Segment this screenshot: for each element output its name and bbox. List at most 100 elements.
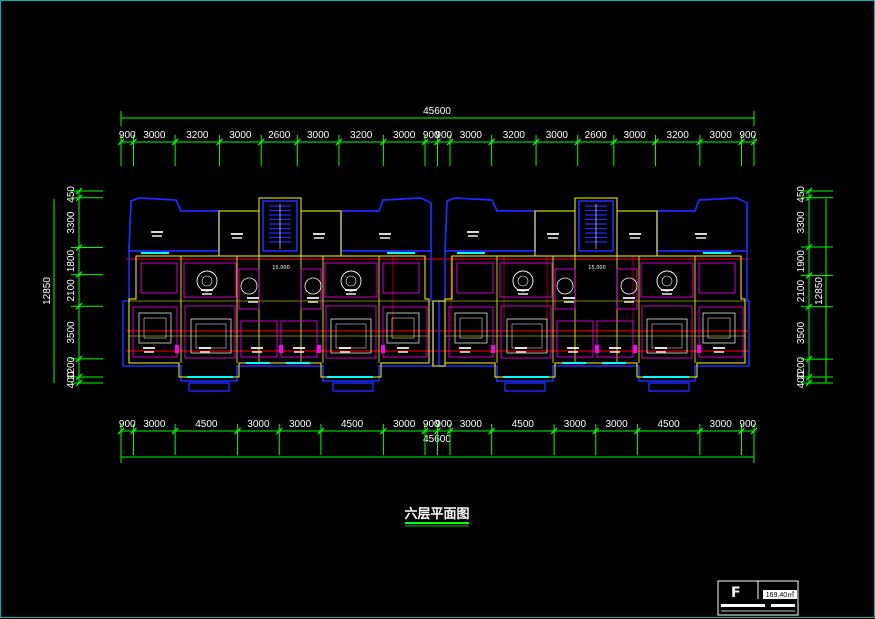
- dining-table-top: [345, 275, 357, 287]
- title-block-area: 169.40㎡: [766, 591, 794, 599]
- room-label-mark: [151, 231, 163, 233]
- room-label-mark: [655, 347, 667, 349]
- right-dim-label: 1900: [796, 250, 807, 273]
- room-label-mark: [313, 233, 325, 235]
- top-dim-label: 2600: [585, 130, 608, 141]
- bottom-dim-label: 3000: [289, 419, 312, 430]
- bottom-dim-label: 3000: [393, 419, 416, 430]
- dining-table: [512, 270, 534, 292]
- room-label-mark: [247, 297, 259, 299]
- room-outline: [132, 306, 178, 358]
- room-label-mark: [231, 233, 243, 235]
- stair-level-left: 15.000: [272, 265, 290, 271]
- room-label-mark: [379, 233, 391, 235]
- room-label-mark: [346, 293, 356, 295]
- room-label-mark: [398, 351, 408, 353]
- left-dimension-labels: 45033001800210035001200400: [66, 186, 77, 389]
- room-label-mark: [200, 351, 210, 353]
- right-dimension-labels: 45033001900210035001200400: [796, 186, 807, 389]
- dining-table: [196, 270, 218, 292]
- left-dim-label: 1800: [66, 249, 77, 272]
- room-label-mark: [630, 237, 640, 239]
- room-outline: [183, 262, 237, 298]
- door-marker: [175, 345, 179, 353]
- balcony-outline: [444, 197, 536, 252]
- bottom-dim-label: 3000: [247, 419, 270, 430]
- room-label-mark: [662, 293, 672, 295]
- room-label-mark: [515, 347, 527, 349]
- room-outline: [325, 305, 377, 359]
- room-label-mark: [516, 351, 526, 353]
- balcony-frame: [188, 382, 230, 392]
- top-dim-label: 3000: [143, 130, 166, 141]
- balcony-frame: [648, 382, 690, 392]
- right-dim-label: 2100: [796, 280, 807, 303]
- left-dim-label: 3500: [66, 321, 77, 344]
- bottom-dim-label: 4500: [512, 419, 535, 430]
- top-dim-label: 3200: [186, 130, 209, 141]
- room-outline: [499, 262, 553, 298]
- bath-fixture: [620, 277, 638, 295]
- room-label-mark: [564, 301, 574, 303]
- room-label-mark: [314, 237, 324, 239]
- top-dim-label: 3000: [229, 130, 252, 141]
- room-label-mark: [624, 301, 634, 303]
- left-dim-label: 450: [66, 186, 77, 203]
- right-dim-label: 3500: [796, 321, 807, 344]
- dining-table-top: [201, 275, 213, 287]
- top-dim-label: 3200: [667, 130, 690, 141]
- bath-fixture: [556, 277, 574, 295]
- door-marker: [317, 345, 321, 353]
- room-label-mark: [397, 347, 409, 349]
- bottom-dim-label: 4500: [341, 419, 364, 430]
- dining-table-top: [661, 275, 673, 287]
- room-outline: [382, 262, 420, 294]
- room-label-mark: [713, 347, 725, 349]
- door-marker: [279, 345, 283, 353]
- left-dim-label: 3300: [66, 211, 77, 234]
- floor-plan-drawing: 45600 900 3000 3200 3000 2600 3000 3200 3000 900…: [42, 106, 833, 616]
- door-marker: [633, 345, 637, 353]
- bottom-dim-label: 3000: [710, 419, 733, 430]
- balcony-frame: [504, 382, 546, 392]
- bath-fixture: [304, 277, 322, 295]
- dining-table-top: [517, 275, 529, 287]
- interior-wall: [444, 255, 746, 378]
- room-label-mark: [293, 347, 305, 349]
- room-label-mark: [252, 351, 262, 353]
- furniture: [143, 317, 167, 339]
- bottom-dimension-labels: 900 3000 4500 3000 3000 4500 3000 900 900 3000 450…: [119, 419, 757, 430]
- top-dim-label: 900: [435, 130, 452, 141]
- room-label-mark: [308, 301, 318, 303]
- cad-viewport[interactable]: 45600 900 3000 3200 3000 2600 3000 3200 3000 900…: [0, 0, 875, 618]
- room-label-mark: [609, 347, 621, 349]
- bottom-dim-label: 900: [435, 419, 452, 430]
- bottom-dim-label: 3000: [143, 419, 166, 430]
- room-outline: [500, 305, 552, 359]
- room-label-mark: [567, 347, 579, 349]
- room-label-mark: [623, 297, 635, 299]
- bath-fixture: [240, 277, 258, 295]
- room-label-mark: [568, 351, 578, 353]
- side-dimension-chains: [53, 191, 827, 383]
- left-dim-label: 400: [66, 371, 77, 388]
- room-label-mark: [629, 233, 641, 235]
- room-outline: [324, 262, 378, 298]
- bottom-dim-label: 3000: [605, 419, 628, 430]
- bottom-dim-label: 4500: [658, 419, 681, 430]
- building-west-half: [122, 197, 434, 392]
- bottom-dim-label: 900: [739, 419, 756, 430]
- room-label-mark: [232, 237, 242, 239]
- furniture: [707, 317, 731, 339]
- room-label-mark: [656, 351, 666, 353]
- stair-level-right: 15.000: [588, 265, 606, 271]
- bottom-dim-label: 3000: [460, 419, 483, 430]
- building-east-half: [438, 197, 750, 392]
- room-label-mark: [251, 347, 263, 349]
- top-dim-label: 3000: [460, 130, 483, 141]
- room-label-mark: [339, 347, 351, 349]
- room-outline: [698, 306, 744, 358]
- room-outline: [140, 262, 178, 294]
- top-dim-label: 3000: [307, 130, 330, 141]
- total-depth-left: 12850: [42, 277, 53, 305]
